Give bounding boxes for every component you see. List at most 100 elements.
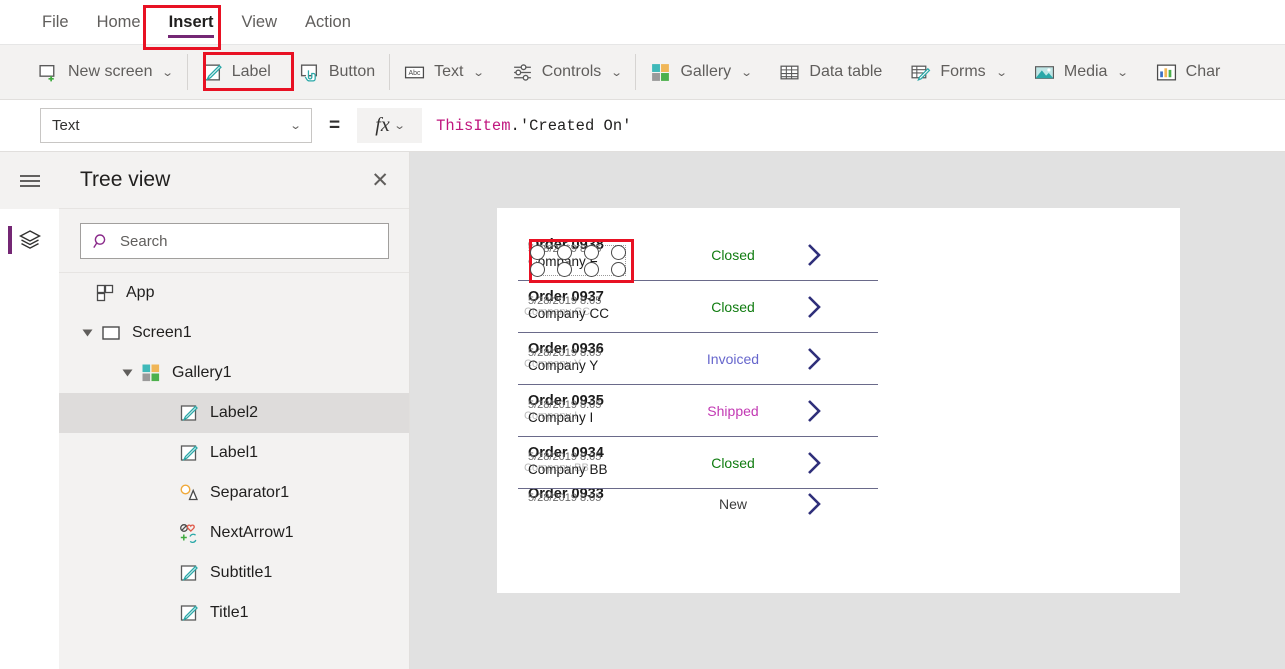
resize-handle-ne[interactable]: [584, 244, 599, 260]
menu-bar: File Home Insert View Action: [0, 0, 1285, 45]
tree-item-label: Separator1: [210, 484, 290, 501]
tree-item-title1[interactable]: Title1: [59, 593, 409, 633]
ribbon-item-label: Media: [1063, 63, 1108, 80]
tree-item-label: Subtitle1: [210, 564, 273, 581]
chevron-down-icon: ⌄: [289, 120, 302, 132]
hamburger-menu-button[interactable]: [0, 152, 59, 209]
tree-item-app[interactable]: App: [59, 273, 409, 313]
icons-icon: [180, 524, 197, 543]
ribbon-controls-button[interactable]: Controls ⌄: [498, 45, 636, 100]
property-select[interactable]: Text ⌄: [40, 108, 312, 143]
resize-handle-n[interactable]: [557, 244, 572, 260]
button-icon: [300, 63, 317, 82]
menu-item-file[interactable]: File: [28, 0, 83, 45]
gallery-row-texts: Order 0937 5/28/2019 8:05 Company CC Com…: [524, 287, 680, 327]
tree-item-label: Gallery1: [172, 364, 232, 381]
menu-item-view[interactable]: View: [228, 0, 291, 45]
svg-text:Abc: Abc: [409, 70, 421, 77]
screen1-canvas[interactable]: Order 0938 5/28/2019 8:05 Company F: [497, 208, 1180, 593]
twisty-expanded[interactable]: [79, 328, 95, 338]
overlap-artifact: Company Y: [524, 357, 582, 370]
gallery-row-texts: Order 0933 5/28/2019 8:05: [528, 489, 680, 519]
next-arrow-button[interactable]: [786, 449, 842, 477]
chevron-down-icon: ⌄: [472, 66, 486, 79]
overlap-artifact: Company BB: [524, 461, 589, 474]
gallery-row[interactable]: Order 0933 5/28/2019 8:05 New: [518, 489, 878, 519]
resize-handle-sw[interactable]: [530, 261, 545, 277]
menu-item-label: Insert: [168, 12, 214, 31]
menu-item-action[interactable]: Action: [291, 0, 365, 45]
next-arrow-button[interactable]: [786, 293, 842, 321]
ribbon-media-button[interactable]: Media ⌄: [1020, 45, 1142, 100]
resize-handle-nw[interactable]: [530, 244, 545, 260]
tree-item-separator1[interactable]: Separator1: [59, 473, 409, 513]
tree-item-nextarrow1[interactable]: NextArrow1: [59, 513, 409, 553]
next-arrow-button[interactable]: [786, 397, 842, 425]
resize-handle-s[interactable]: [557, 261, 572, 277]
search-input[interactable]: Search: [80, 223, 389, 259]
insert-ribbon: New screen ⌄ Label Button Abc Text ⌄ Con…: [0, 45, 1285, 100]
next-arrow-button[interactable]: [786, 345, 842, 373]
close-icon[interactable]: ✕: [371, 170, 389, 191]
tree-item-gallery1[interactable]: Gallery1: [59, 353, 409, 393]
overlap-artifact: Company I: [524, 409, 578, 422]
ribbon-new-screen-button[interactable]: New screen ⌄: [24, 45, 187, 100]
gallery-row[interactable]: Order 0938 5/28/2019 8:05 Company F: [518, 229, 878, 283]
tree-item-label2[interactable]: Label2: [59, 393, 409, 433]
gallery-row[interactable]: Order 0937 5/28/2019 8:05 Company CC Com…: [518, 281, 878, 333]
tree-item-screen1[interactable]: Screen1: [59, 313, 409, 353]
tree-item-list: App Screen1 Gallery1 Label2 Label1 Separ…: [59, 272, 409, 633]
data-table-icon: [780, 65, 799, 79]
forms-icon: [911, 65, 931, 81]
twisty-expanded[interactable]: [119, 368, 135, 378]
next-arrow-button[interactable]: [786, 241, 842, 269]
menu-item-label: View: [241, 12, 278, 31]
ribbon-gallery-button[interactable]: Gallery ⌄: [636, 45, 765, 100]
gallery-row[interactable]: Order 0936 5/28/2019 8:05 Company Y Comp…: [518, 333, 878, 385]
chevron-down-icon: ⌄: [161, 66, 175, 79]
gallery-row[interactable]: Order 0935 5/28/2019 8:05 Company I Comp…: [518, 385, 878, 437]
formula-token-thisitem: ThisItem: [436, 116, 511, 135]
ribbon-item-label: Forms: [940, 63, 986, 80]
chevron-down-icon: ⌄: [1116, 66, 1130, 79]
ribbon-data-table-button[interactable]: Data table: [765, 45, 896, 100]
label-icon: [180, 445, 198, 461]
resize-handle-w[interactable]: [611, 261, 626, 277]
tree-view-rail-button[interactable]: [0, 209, 59, 271]
menu-item-label: File: [42, 12, 69, 31]
ribbon-text-button[interactable]: Abc Text ⌄: [390, 45, 498, 100]
formula-input[interactable]: ThisItem .'Created On': [422, 108, 1285, 143]
order-status: Closed: [711, 246, 755, 263]
ribbon-forms-button[interactable]: Forms ⌄: [896, 45, 1020, 100]
chevron-right-icon: [808, 347, 821, 370]
order-status: Closed: [711, 298, 755, 315]
menu-item-home[interactable]: Home: [83, 0, 155, 45]
ribbon-button-button[interactable]: Button: [285, 45, 389, 100]
chevron-right-icon: [808, 295, 821, 318]
resize-handle-e[interactable]: [611, 244, 626, 260]
next-arrow-button[interactable]: [786, 490, 842, 518]
ribbon-charts-button[interactable]: Char: [1142, 45, 1235, 100]
tree-item-label: NextArrow1: [210, 524, 294, 541]
ribbon-item-label: Label: [231, 63, 271, 80]
tree-item-label: Title1: [210, 604, 249, 621]
fx-button[interactable]: fx ⌄: [357, 108, 423, 143]
tree-item-label1[interactable]: Label1: [59, 433, 409, 473]
tree-item-subtitle1[interactable]: Subtitle1: [59, 553, 409, 593]
chevron-right-icon: [808, 399, 821, 422]
gallery1-control[interactable]: Order 0938 5/28/2019 8:05 Company F: [518, 229, 878, 515]
formula-bar: Text ⌄ = fx ⌄ ThisItem .'Created On': [0, 100, 1285, 152]
created-on-label[interactable]: 5/28/2019 8:05: [528, 492, 601, 504]
separator-icon: [180, 484, 198, 501]
gallery-row-texts: Order 0938 5/28/2019 8:05 Company F: [528, 235, 680, 283]
formula-token-field: .'Created On': [510, 116, 632, 135]
ribbon-label-button[interactable]: Label: [188, 45, 285, 100]
gallery-row[interactable]: Order 0934 5/28/2019 8:05 Company BB Com…: [518, 437, 878, 489]
tree-item-label: Screen1: [132, 324, 192, 341]
order-status: Closed: [711, 454, 755, 471]
property-select-value: Text: [52, 117, 80, 134]
tree-view-header: Tree view ✕: [59, 152, 409, 209]
resize-handle-se[interactable]: [584, 261, 599, 277]
menu-item-insert[interactable]: Insert: [155, 0, 228, 45]
active-indicator: [8, 226, 12, 254]
